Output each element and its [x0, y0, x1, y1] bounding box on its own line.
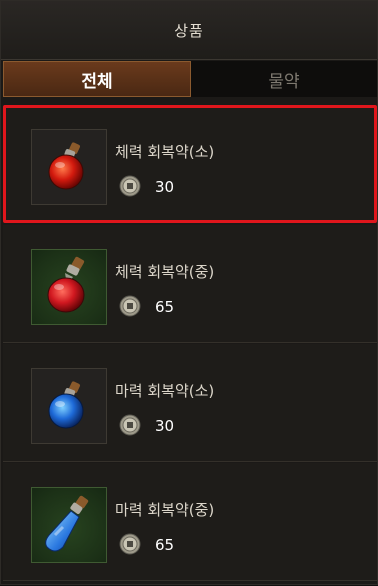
item-price: 30 [155, 417, 175, 435]
coin-icon [119, 175, 141, 197]
list-item[interactable]: 체력 회복약(소) 30 [3, 105, 377, 223]
shop-header: 상품 [1, 1, 377, 60]
item-price: 65 [155, 536, 175, 554]
list-item[interactable]: 마력 회복약(소) 30 [3, 344, 377, 462]
red-potion-small-icon [48, 142, 84, 190]
item-thumbnail [31, 249, 107, 325]
blue-potion-medium-icon [45, 495, 89, 552]
item-price: 65 [155, 298, 175, 316]
item-name: 마력 회복약(중) [115, 501, 215, 519]
item-list[interactable]: 체력 회복약(소) 30 체력 회복약(중) 65 마력 회복약(소) 30 마… [3, 99, 377, 586]
blue-potion-small-icon [48, 381, 84, 429]
tab-potions[interactable]: 물약 [191, 61, 377, 97]
list-item[interactable]: 체력 회복약(중) 65 [3, 225, 377, 343]
coin-icon [119, 295, 141, 317]
item-price: 30 [155, 178, 175, 196]
red-potion-medium-icon [47, 256, 85, 313]
item-name: 마력 회복약(소) [115, 382, 215, 400]
tab-all[interactable]: 전체 [3, 61, 191, 97]
coin-icon [119, 533, 141, 555]
item-thumbnail [31, 368, 107, 444]
coin-icon [119, 414, 141, 436]
item-name: 체력 회복약(중) [115, 263, 215, 281]
item-thumbnail [31, 129, 107, 205]
shop-panel: 상품 전체 물약 체력 회복약(소) 30 체력 회복약(중) 65 마력 회복… [0, 0, 378, 585]
item-thumbnail [31, 487, 107, 563]
item-name: 체력 회복약(소) [115, 143, 215, 161]
shop-title: 상품 [174, 21, 204, 40]
list-item[interactable]: 마력 회복약(중) 65 [3, 463, 377, 581]
tab-bar: 전체 물약 [3, 61, 377, 97]
